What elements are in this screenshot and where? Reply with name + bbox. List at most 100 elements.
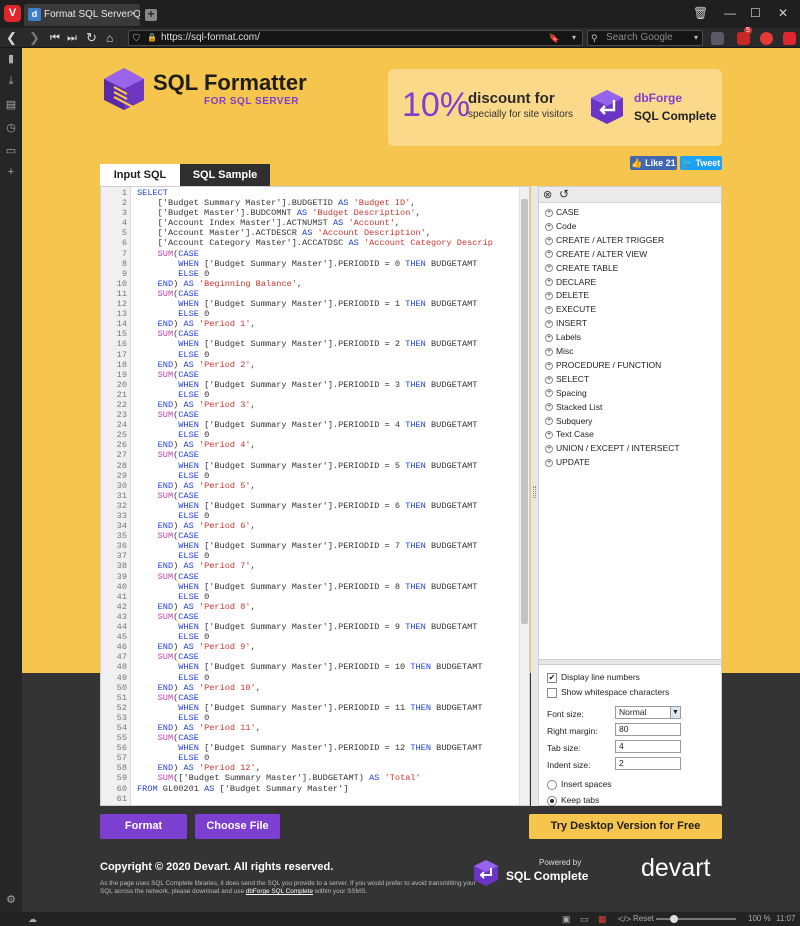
- profile-item[interactable]: + CREATE TABLE: [545, 263, 618, 273]
- history-panel-icon[interactable]: ◷: [5, 121, 17, 134]
- code-line[interactable]: 56 WHEN ['Budget Summary Master'].PERIOD…: [101, 743, 519, 753]
- sql-editor[interactable]: 1 SELECT 2 ['Budget Summary Master'].BUDGE…: [100, 186, 530, 806]
- code-line[interactable]: 48 WHEN ['Budget Summary Master'].PERIOD…: [101, 662, 519, 672]
- code-line[interactable]: 32 WHEN ['Budget Summary Master'].PERIOD…: [101, 501, 519, 511]
- code-icon[interactable]: </>: [618, 912, 631, 926]
- expand-plus-icon[interactable]: +: [545, 361, 553, 370]
- code-line[interactable]: 22 END) AS 'Period 3',: [101, 400, 519, 410]
- zoom-reset-label[interactable]: Reset: [633, 912, 654, 926]
- add-panel-icon[interactable]: +: [5, 166, 17, 178]
- expand-plus-icon[interactable]: +: [545, 222, 553, 231]
- code-line[interactable]: 38 END) AS 'Period 7',: [101, 561, 519, 571]
- back-icon[interactable]: ❮: [6, 30, 17, 46]
- profile-item[interactable]: + DELETE: [545, 290, 589, 300]
- code-line[interactable]: 37 ELSE 0: [101, 551, 519, 561]
- vivaldi-menu-icon[interactable]: V: [4, 5, 21, 22]
- expand-plus-icon[interactable]: +: [545, 306, 553, 315]
- powered-by-product[interactable]: SQL Complete: [506, 869, 588, 883]
- code-line[interactable]: 23 SUM(CASE: [101, 410, 519, 420]
- code-line[interactable]: 7 SUM(CASE: [101, 249, 519, 259]
- tab-size-input[interactable]: 4: [615, 740, 681, 753]
- code-line[interactable]: 17 ELSE 0: [101, 350, 519, 360]
- profile-item[interactable]: + Stacked List: [545, 402, 602, 412]
- window-panel-icon[interactable]: ▭: [5, 144, 17, 157]
- insert-spaces-radio[interactable]: [547, 779, 557, 790]
- cloud-sync-icon[interactable]: ☁: [28, 912, 37, 926]
- powered-by-logo-icon[interactable]: [473, 859, 499, 887]
- code-line[interactable]: 43 SUM(CASE: [101, 612, 519, 622]
- code-line[interactable]: 24 WHEN ['Budget Summary Master'].PERIOD…: [101, 420, 519, 430]
- new-tab-icon[interactable]: +: [145, 8, 157, 21]
- code-line[interactable]: 11 SUM(CASE: [101, 289, 519, 299]
- code-line[interactable]: 51 SUM(CASE: [101, 693, 519, 703]
- tab-close-icon[interactable]: ✕: [129, 4, 137, 26]
- keep-tabs-option[interactable]: Keep tabs: [547, 795, 599, 806]
- code-line[interactable]: 14 END) AS 'Period 1',: [101, 319, 519, 329]
- zoom-slider[interactable]: [656, 918, 736, 920]
- profile-item[interactable]: + CREATE / ALTER TRIGGER: [545, 235, 664, 245]
- code-line[interactable]: 36 WHEN ['Budget Summary Master'].PERIOD…: [101, 541, 519, 551]
- code-line[interactable]: 47 SUM(CASE: [101, 652, 519, 662]
- collapse-all-icon[interactable]: ⊗: [543, 188, 552, 201]
- image-icon[interactable]: ▦: [598, 912, 607, 926]
- expand-plus-icon[interactable]: +: [545, 347, 553, 356]
- profile-item[interactable]: + INSERT: [545, 318, 587, 328]
- sql-formatter-logo-icon[interactable]: [103, 67, 145, 111]
- code-line[interactable]: 58 END) AS 'Period 12',: [101, 763, 519, 773]
- tile-icon[interactable]: ▭: [580, 912, 589, 926]
- chevron-down-icon[interactable]: ▾: [572, 31, 576, 45]
- code-line[interactable]: 39 SUM(CASE: [101, 572, 519, 582]
- profile-item[interactable]: + CASE: [545, 207, 579, 217]
- code-line[interactable]: 26 END) AS 'Period 4',: [101, 440, 519, 450]
- reload-icon[interactable]: ↻: [86, 30, 97, 46]
- editor-scrollbar-thumb[interactable]: [521, 199, 528, 624]
- address-bar[interactable]: ⛉ 🔒 https://sql-format.com/ 🔖 ▾: [128, 30, 583, 46]
- home-icon[interactable]: ⌂: [106, 30, 113, 46]
- bookmarks-panel-icon[interactable]: ▮: [5, 52, 17, 65]
- code-line[interactable]: 19 SUM(CASE: [101, 370, 519, 380]
- profile-item[interactable]: + Text Case: [545, 429, 594, 439]
- tab-sql-sample[interactable]: SQL Sample: [180, 164, 270, 186]
- code-line[interactable]: 10 END) AS 'Beginning Balance',: [101, 279, 519, 289]
- display-line-numbers-checkbox[interactable]: ✔: [547, 672, 557, 683]
- code-line[interactable]: 33 ELSE 0: [101, 511, 519, 521]
- expand-plus-icon[interactable]: +: [545, 375, 553, 384]
- code-line[interactable]: 18 END) AS 'Period 2',: [101, 360, 519, 370]
- show-whitespace-checkbox[interactable]: [547, 687, 557, 698]
- extension-adblock-icon[interactable]: 5: [737, 27, 752, 45]
- right-margin-input[interactable]: 80: [615, 723, 681, 736]
- code-line[interactable]: 16 WHEN ['Budget Summary Master'].PERIOD…: [101, 339, 519, 349]
- code-line[interactable]: 29 ELSE 0: [101, 471, 519, 481]
- devart-logo[interactable]: devart: [641, 854, 710, 883]
- code-line[interactable]: 4 ['Account Index Master'].ACTNUMST AS '…: [101, 218, 519, 228]
- font-size-select[interactable]: Normal ▼: [615, 706, 681, 719]
- code-line[interactable]: 45 ELSE 0: [101, 632, 519, 642]
- settings-gear-icon[interactable]: ⚙: [5, 893, 17, 906]
- code-line[interactable]: 53 ELSE 0: [101, 713, 519, 723]
- minimize-icon[interactable]: —: [724, 6, 736, 20]
- code-line[interactable]: 44 WHEN ['Budget Summary Master'].PERIOD…: [101, 622, 519, 632]
- keep-tabs-radio[interactable]: [547, 795, 557, 806]
- tweet-button[interactable]: 🐦 Tweet: [680, 156, 722, 170]
- code-line[interactable]: 34 END) AS 'Period 6',: [101, 521, 519, 531]
- expand-plus-icon[interactable]: +: [545, 250, 553, 259]
- profile-item[interactable]: + Code: [545, 221, 576, 231]
- expand-plus-icon[interactable]: +: [545, 264, 553, 273]
- profile-item[interactable]: + UPDATE: [545, 457, 590, 467]
- code-line[interactable]: 9 ELSE 0: [101, 269, 519, 279]
- maximize-icon[interactable]: ☐: [750, 6, 761, 20]
- extension-mask-icon[interactable]: [711, 32, 724, 45]
- code-line[interactable]: 25 ELSE 0: [101, 430, 519, 440]
- trash-icon[interactable]: 🗑: [693, 6, 708, 20]
- profile-item[interactable]: + Spacing: [545, 388, 587, 398]
- forward-icon[interactable]: ❯: [29, 30, 40, 46]
- extension-lastpass-icon[interactable]: [760, 32, 773, 45]
- code-line[interactable]: 52 WHEN ['Budget Summary Master'].PERIOD…: [101, 703, 519, 713]
- font-size-dropdown-icon[interactable]: ▼: [670, 707, 680, 718]
- search-engine-box[interactable]: ⚲ Search Google ▾: [587, 30, 703, 46]
- format-button[interactable]: Format: [100, 814, 187, 839]
- code-line[interactable]: 60 FROM GL00201 AS ['Budget Summary Maste…: [101, 784, 519, 794]
- indent-size-input[interactable]: 2: [615, 757, 681, 770]
- notes-panel-icon[interactable]: ▤: [5, 98, 17, 111]
- try-desktop-button[interactable]: Try Desktop Version for Free: [529, 814, 722, 839]
